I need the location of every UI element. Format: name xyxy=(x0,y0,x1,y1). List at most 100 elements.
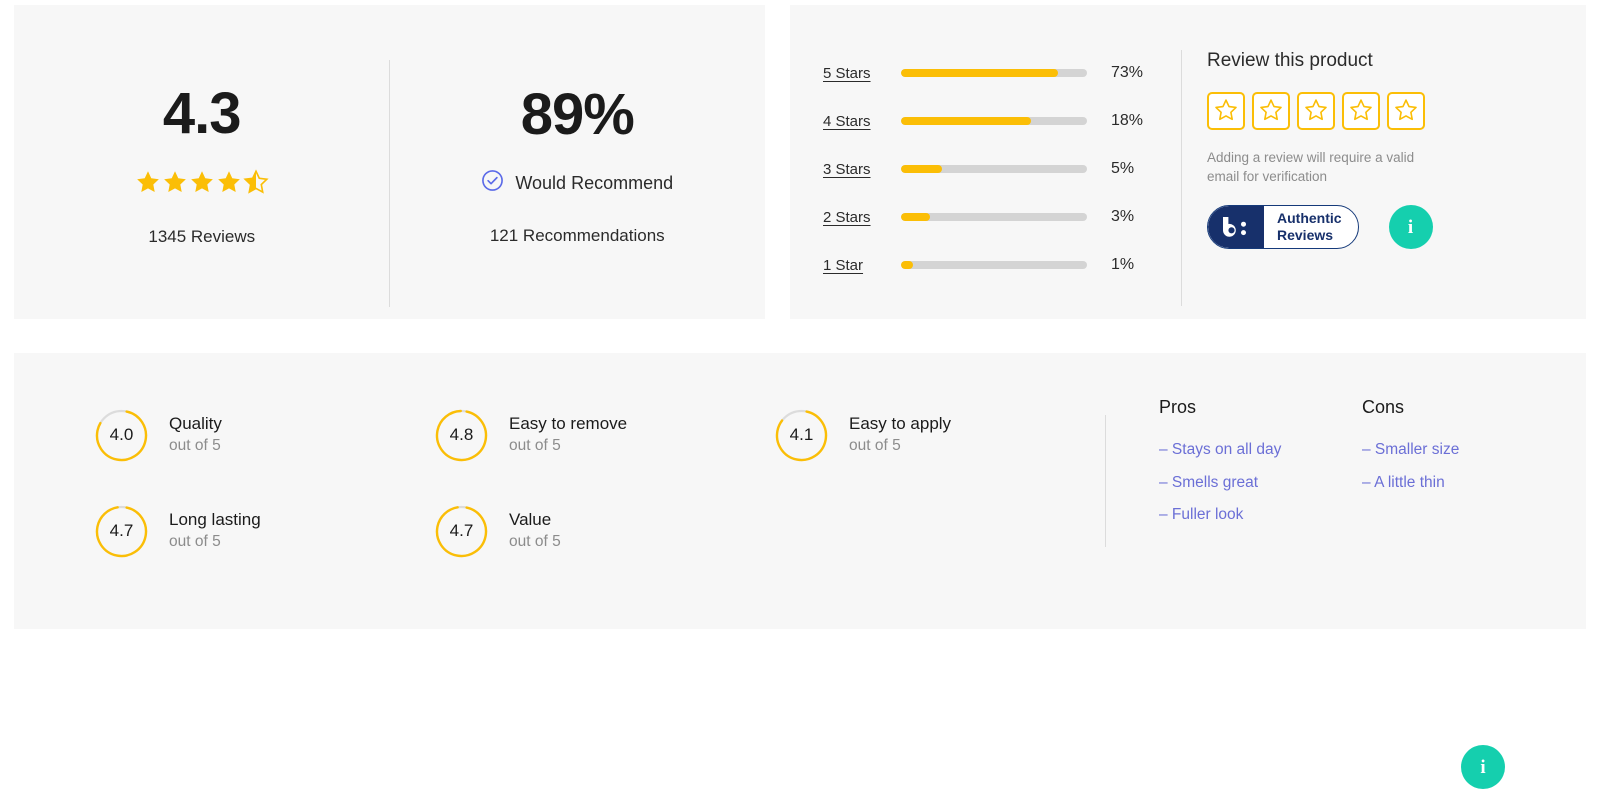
star-icon xyxy=(189,169,215,195)
attribute-text: Quality out of 5 xyxy=(169,413,222,456)
distribution-bar-track xyxy=(901,261,1087,269)
distribution-bar-track xyxy=(901,165,1087,173)
attribute-ring: 4.7 xyxy=(434,504,489,559)
star-icon xyxy=(135,169,161,195)
distribution-label-4-star[interactable]: 4 Stars xyxy=(823,113,901,130)
attribute-ring: 4.7 xyxy=(94,504,149,559)
distribution-percent: 5% xyxy=(1111,160,1135,177)
distribution-bar-fill xyxy=(901,69,1059,77)
distribution-bar-track xyxy=(901,213,1087,221)
distribution-label-2-star[interactable]: 2 Stars xyxy=(823,209,901,226)
attribute-ring: 4.0 xyxy=(94,408,149,463)
reviews-count: 1345 Reviews xyxy=(148,227,256,246)
distribution-percent: 18% xyxy=(1111,112,1144,129)
review-summary-panel: 4.3 1345 Reviews 89% Would Recommend 121… xyxy=(14,5,765,319)
recommendations-count: 121 Recommendations xyxy=(489,226,665,245)
pros-cons-info-icon[interactable]: i xyxy=(1461,745,1505,789)
cons-heading: Cons xyxy=(1362,397,1405,417)
attribute-value: 4.0 xyxy=(109,425,134,444)
con-item[interactable]: – A little thin xyxy=(1362,474,1537,491)
recommend-percent: 89% xyxy=(520,82,635,147)
review-cta-title: Review this product xyxy=(1207,50,1373,71)
attribute-item: 4.0 Quality out of 5 xyxy=(94,387,424,483)
star-outline-icon xyxy=(1349,98,1373,125)
star-outline-icon xyxy=(1304,98,1328,125)
distribution-label-1-star[interactable]: 1 Star xyxy=(823,257,901,274)
distribution-percent: 3% xyxy=(1111,208,1135,225)
attribute-out-of: out of 5 xyxy=(169,436,221,454)
distribution-label-3-star[interactable]: 3 Stars xyxy=(823,161,901,178)
attribute-value: 4.7 xyxy=(449,521,474,540)
distribution-bar-fill xyxy=(901,117,1032,125)
rate-4-stars[interactable] xyxy=(1342,92,1380,130)
distribution-bar-fill xyxy=(901,213,930,221)
attribute-text: Easy to apply out of 5 xyxy=(849,413,951,456)
star-distribution-list: 5 Stars 73% 4 Stars 18% 3 Stars 5% 2 Stars 3% 1 … xyxy=(790,5,1165,319)
info-glyph: i xyxy=(1407,216,1414,238)
would-recommend-line: Would Recommend xyxy=(390,170,766,196)
attribute-name: Easy to apply xyxy=(849,414,952,434)
attribute-text: Easy to remove out of 5 xyxy=(509,413,627,456)
attribute-ratings-panel: 4.0 Quality out of 5 4.7 Long lasting out of … xyxy=(14,353,1586,789)
cons-list: – Smaller size – A little thin xyxy=(1362,442,1537,490)
attribute-name: Long lasting xyxy=(169,510,261,530)
star-rating-input[interactable] xyxy=(1207,92,1437,130)
attribute-text: Value out of 5 xyxy=(509,509,561,552)
review-info-icon[interactable]: i xyxy=(1388,205,1433,250)
attributes-divider xyxy=(1105,415,1106,547)
star-icon xyxy=(243,169,269,195)
star-icon xyxy=(216,169,242,195)
would-recommend-label: Would Recommend xyxy=(515,172,674,193)
star-outline-icon xyxy=(1394,98,1418,125)
distribution-row: 5 Stars 73% xyxy=(823,49,1165,97)
attribute-item: 4.7 Long lasting out of 5 xyxy=(94,483,424,579)
attribute-text: Long lasting out of 5 xyxy=(169,509,261,552)
star-outline-icon xyxy=(1259,98,1283,125)
attribute-ring: 4.1 xyxy=(774,408,829,463)
rate-2-stars[interactable] xyxy=(1252,92,1290,130)
attribute-out-of: out of 5 xyxy=(169,532,221,550)
attribute-out-of: out of 5 xyxy=(509,532,561,550)
attribute-item: 4.8 Easy to remove out of 5 xyxy=(434,387,764,483)
distribution-percent: 1% xyxy=(1111,256,1135,273)
attribute-ring: 4.8 xyxy=(434,408,489,463)
authentic-reviews-text: Authentic Reviews xyxy=(1264,206,1358,248)
review-cta-note: Adding a review will require a valid ema… xyxy=(1207,150,1415,185)
info-glyph: i xyxy=(1480,756,1486,778)
distribution-percent: 73% xyxy=(1111,64,1144,81)
attribute-name: Value xyxy=(509,510,552,530)
pro-item[interactable]: – Smells great xyxy=(1159,474,1334,491)
con-item[interactable]: – Smaller size xyxy=(1362,442,1537,458)
pros-column: Pros – Stays on all day – Smells great – F… xyxy=(1159,397,1334,540)
authentic-reviews-badge[interactable]: Authentic Reviews xyxy=(1207,205,1359,250)
cons-column: Cons – Smaller size – A little thin xyxy=(1362,397,1537,540)
distribution-label-5-star[interactable]: 5 Stars xyxy=(823,65,901,82)
distribution-bar-fill xyxy=(901,261,914,269)
rate-5-stars[interactable] xyxy=(1387,92,1425,130)
attribute-name: Quality xyxy=(169,414,222,434)
distribution-row: 2 Stars 3% xyxy=(823,193,1165,241)
bazaarvoice-logo-icon xyxy=(1208,206,1264,249)
distribution-bar-track xyxy=(901,117,1087,125)
attribute-item: 4.7 Value out of 5 xyxy=(434,483,764,579)
rate-1-star[interactable] xyxy=(1207,92,1245,130)
distribution-bar-fill xyxy=(901,165,942,173)
distribution-bar-track xyxy=(901,69,1087,77)
attribute-item: 4.1 Easy to apply out of 5 xyxy=(774,387,1104,483)
recommendation-block: 89% Would Recommend 121 Recommendations xyxy=(390,78,766,246)
rate-3-stars[interactable] xyxy=(1297,92,1335,130)
attribute-out-of: out of 5 xyxy=(509,436,561,454)
pro-item[interactable]: – Fuller look xyxy=(1159,507,1334,523)
attribute-name: Easy to remove xyxy=(509,414,628,434)
attribute-value: 4.8 xyxy=(449,425,474,444)
badge-line-2: Reviews xyxy=(1277,227,1334,244)
distribution-divider xyxy=(1181,50,1182,306)
average-star-rating xyxy=(14,169,390,195)
pros-cons-block: Pros – Stays on all day – Smells great – F… xyxy=(1159,397,1537,540)
check-circle-icon xyxy=(481,169,504,197)
pros-heading: Pros xyxy=(1159,397,1197,417)
badge-line-1: Authentic xyxy=(1277,210,1342,227)
top-row: 4.3 1345 Reviews 89% Would Recommend 121… xyxy=(14,5,1586,319)
distribution-row: 1 Star 1% xyxy=(823,241,1165,289)
pro-item[interactable]: – Stays on all day xyxy=(1159,442,1334,458)
